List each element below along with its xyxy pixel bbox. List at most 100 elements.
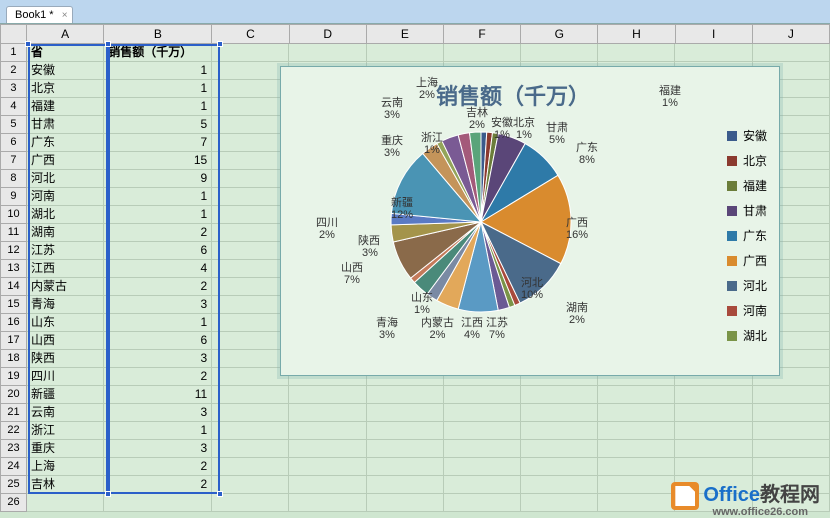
column-header[interactable]: F <box>444 24 521 44</box>
cell[interactable] <box>212 170 289 188</box>
cell[interactable]: 浙江 <box>27 422 104 440</box>
cell[interactable] <box>289 440 366 458</box>
cell[interactable] <box>598 386 675 404</box>
cell[interactable] <box>444 440 521 458</box>
cell[interactable]: 江西 <box>27 260 104 278</box>
cell[interactable]: 云南 <box>27 404 104 422</box>
cell[interactable]: 1 <box>104 80 212 98</box>
cell[interactable] <box>598 404 675 422</box>
cell[interactable]: 甘肃 <box>27 116 104 134</box>
cell[interactable] <box>521 476 598 494</box>
row-header[interactable]: 26 <box>0 494 27 512</box>
cell[interactable] <box>104 494 212 512</box>
cell[interactable] <box>444 458 521 476</box>
cell[interactable] <box>212 206 289 224</box>
cell[interactable] <box>212 404 289 422</box>
cell[interactable] <box>444 404 521 422</box>
cell[interactable] <box>598 494 675 512</box>
cell[interactable] <box>212 116 289 134</box>
row-header[interactable]: 9 <box>0 188 27 206</box>
row-header[interactable]: 10 <box>0 206 27 224</box>
column-header[interactable]: D <box>290 24 367 44</box>
cell[interactable] <box>27 494 104 512</box>
cell[interactable] <box>444 494 521 512</box>
row-header[interactable]: 16 <box>0 314 27 332</box>
cell[interactable]: 1 <box>104 188 212 206</box>
cell[interactable] <box>212 440 289 458</box>
cell[interactable] <box>289 404 366 422</box>
cell[interactable] <box>212 224 289 242</box>
cell[interactable]: 福建 <box>27 98 104 116</box>
row-header[interactable]: 11 <box>0 224 27 242</box>
cell[interactable]: 吉林 <box>27 476 104 494</box>
cell[interactable]: 2 <box>104 278 212 296</box>
cell[interactable] <box>521 458 598 476</box>
cell[interactable]: 广东 <box>27 134 104 152</box>
cell[interactable]: 青海 <box>27 296 104 314</box>
cell[interactable] <box>521 494 598 512</box>
cell[interactable] <box>289 386 366 404</box>
cell[interactable]: 5 <box>104 116 212 134</box>
row-header[interactable]: 17 <box>0 332 27 350</box>
cell[interactable] <box>212 98 289 116</box>
cell[interactable]: 湖南 <box>27 224 104 242</box>
cell[interactable] <box>212 476 289 494</box>
cell[interactable] <box>212 458 289 476</box>
cell[interactable]: 4 <box>104 260 212 278</box>
cell[interactable]: 河南 <box>27 188 104 206</box>
cell[interactable] <box>521 440 598 458</box>
cell[interactable] <box>212 260 289 278</box>
row-header[interactable]: 22 <box>0 422 27 440</box>
cell[interactable] <box>367 494 444 512</box>
cell[interactable] <box>521 422 598 440</box>
cell[interactable]: 北京 <box>27 80 104 98</box>
cell[interactable]: 省 <box>27 44 104 62</box>
cell[interactable]: 广西 <box>27 152 104 170</box>
cell[interactable]: 上海 <box>27 458 104 476</box>
cell[interactable] <box>598 476 675 494</box>
column-header[interactable]: J <box>753 24 830 44</box>
cell[interactable]: 1 <box>104 98 212 116</box>
row-header[interactable]: 20 <box>0 386 27 404</box>
cell[interactable] <box>675 404 752 422</box>
cell[interactable]: 1 <box>104 422 212 440</box>
cell[interactable] <box>212 188 289 206</box>
row-header[interactable]: 15 <box>0 296 27 314</box>
column-header[interactable]: C <box>212 24 289 44</box>
pie-chart[interactable]: 销售额（千万） 安徽北京福建甘肃广东广西河北河南湖北 云南3%上海2%吉林2%安… <box>280 66 780 376</box>
cell[interactable]: 新疆 <box>27 386 104 404</box>
row-header[interactable]: 8 <box>0 170 27 188</box>
row-header[interactable]: 13 <box>0 260 27 278</box>
cell[interactable] <box>212 296 289 314</box>
cell[interactable] <box>444 386 521 404</box>
row-header[interactable]: 6 <box>0 134 27 152</box>
cell[interactable]: 2 <box>104 224 212 242</box>
cell[interactable] <box>521 404 598 422</box>
cell[interactable] <box>675 422 752 440</box>
cell[interactable]: 山东 <box>27 314 104 332</box>
cell[interactable]: 11 <box>104 386 212 404</box>
cell[interactable] <box>521 44 598 62</box>
cell[interactable] <box>753 386 830 404</box>
cell[interactable] <box>212 242 289 260</box>
cell[interactable] <box>289 494 366 512</box>
row-header[interactable]: 1 <box>0 44 27 62</box>
row-header[interactable]: 23 <box>0 440 27 458</box>
row-header[interactable]: 3 <box>0 80 27 98</box>
cell[interactable]: 15 <box>104 152 212 170</box>
cell[interactable] <box>212 134 289 152</box>
cell[interactable]: 河北 <box>27 170 104 188</box>
cell[interactable] <box>675 440 752 458</box>
cell[interactable] <box>212 44 289 62</box>
cell[interactable] <box>367 386 444 404</box>
column-header[interactable]: A <box>27 24 104 44</box>
cell[interactable]: 1 <box>104 206 212 224</box>
cell[interactable] <box>367 404 444 422</box>
cell[interactable]: 2 <box>104 368 212 386</box>
cell[interactable]: 3 <box>104 296 212 314</box>
close-icon[interactable]: × <box>62 10 68 21</box>
cell[interactable] <box>675 458 752 476</box>
row-header[interactable]: 14 <box>0 278 27 296</box>
cell[interactable]: 6 <box>104 332 212 350</box>
cell[interactable] <box>212 332 289 350</box>
